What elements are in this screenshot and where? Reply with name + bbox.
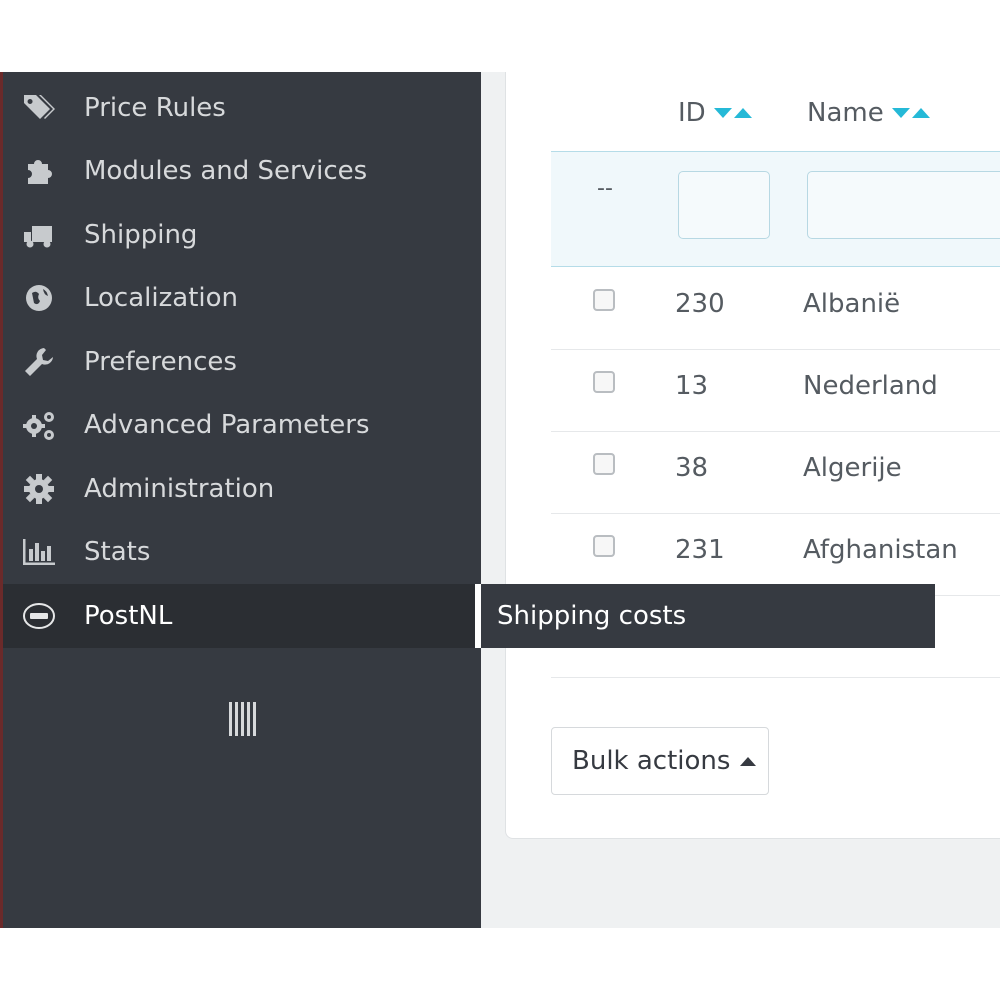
gear-icon <box>19 469 59 509</box>
wrench-icon <box>19 342 59 382</box>
filter-id-input[interactable] <box>678 171 770 239</box>
sidebar-nav: Price Rules Modules and Services Shippin… <box>0 72 481 928</box>
filter-placeholder-dash: -- <box>597 176 613 201</box>
cell-name: Albanië <box>803 289 901 319</box>
sort-asc-icon[interactable] <box>733 108 752 118</box>
main-content: ID Name -- 230 Albanië 13 Nederland 38 A… <box>481 72 1000 928</box>
table-row[interactable]: 38 Algerije <box>551 431 1000 514</box>
sidebar-item-localization[interactable]: Localization <box>3 266 481 330</box>
caret-up-icon <box>740 756 757 766</box>
sidebar-item-administration[interactable]: Administration <box>3 457 481 521</box>
sort-asc-icon[interactable] <box>911 108 930 118</box>
column-header-name[interactable]: Name <box>807 98 930 128</box>
truck-icon <box>19 215 59 255</box>
row-checkbox[interactable] <box>593 371 615 393</box>
row-checkbox[interactable] <box>593 535 615 557</box>
cell-id: 38 <box>675 453 709 483</box>
list-panel: ID Name -- 230 Albanië 13 Nederland 38 A… <box>505 72 1000 839</box>
bulk-actions-label: Bulk actions <box>572 746 731 776</box>
cell-name: Afghanistan <box>803 535 958 565</box>
sidebar-item-label: Localization <box>84 283 238 313</box>
sidebar-item-label: Administration <box>84 474 275 504</box>
sidebar-item-label: Stats <box>84 537 151 567</box>
cell-name: Nederland <box>803 371 938 401</box>
bar-chart-icon <box>19 532 59 572</box>
sidebar-item-shipping[interactable]: Shipping <box>3 203 481 267</box>
cell-id: 13 <box>675 371 709 401</box>
sort-controls <box>713 108 752 118</box>
sidebar-item-advanced-parameters[interactable]: Advanced Parameters <box>3 393 481 457</box>
filter-row: -- <box>551 151 1000 267</box>
postnl-logo-icon <box>19 596 59 636</box>
column-header-label: ID <box>678 98 706 128</box>
tags-icon <box>19 88 59 128</box>
column-header-label: Name <box>807 98 884 128</box>
cell-id: 230 <box>675 289 725 319</box>
table-row[interactable]: 13 Nederland <box>551 349 1000 432</box>
cell-id: 231 <box>675 535 725 565</box>
puzzle-icon <box>19 151 59 191</box>
sort-controls <box>891 108 930 118</box>
bulk-actions-button[interactable]: Bulk actions <box>551 727 769 795</box>
row-checkbox[interactable] <box>593 453 615 475</box>
screen: Price Rules Modules and Services Shippin… <box>0 0 1000 1000</box>
sidebar-item-label: Advanced Parameters <box>84 410 370 440</box>
cell-name: Algerije <box>803 453 902 483</box>
sidebar-item-price-rules[interactable]: Price Rules <box>3 76 481 140</box>
sidebar-item-stats[interactable]: Stats <box>3 520 481 584</box>
submenu-item-label: Shipping costs <box>497 601 687 631</box>
cogs-icon <box>19 405 59 445</box>
sidebar-item-label: Modules and Services <box>84 156 368 186</box>
sidebar-item-modules[interactable]: Modules and Services <box>3 139 481 203</box>
sidebar-item-label: Preferences <box>84 347 237 377</box>
sidebar-item-preferences[interactable]: Preferences <box>3 330 481 394</box>
sidebar-item-label: Shipping <box>84 220 198 250</box>
sort-desc-icon[interactable] <box>891 108 910 118</box>
sort-desc-icon[interactable] <box>713 108 732 118</box>
submenu-shipping-costs[interactable]: Shipping costs <box>475 584 935 648</box>
sidebar-item-postnl[interactable]: PostNL <box>3 584 481 648</box>
row-checkbox[interactable] <box>593 289 615 311</box>
filter-name-input[interactable] <box>807 171 1000 239</box>
column-header-id[interactable]: ID <box>678 98 752 128</box>
globe-icon <box>19 278 59 318</box>
table-row[interactable]: 230 Albanië <box>551 267 1000 350</box>
sidebar-item-label: PostNL <box>84 601 173 631</box>
collapse-menu-handle[interactable] <box>229 702 257 736</box>
sidebar-item-label: Price Rules <box>84 93 226 123</box>
